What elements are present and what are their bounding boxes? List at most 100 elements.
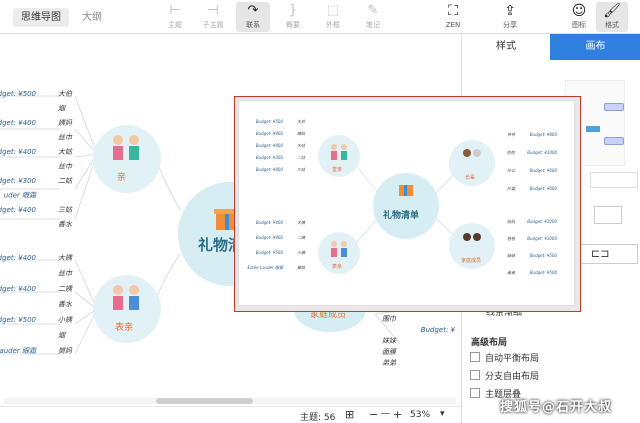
advanced-layout-heading: 高级布局 [471, 338, 508, 348]
zoom-out-button[interactable]: − [369, 408, 378, 421]
zoom-in-button[interactable]: + [393, 408, 402, 421]
map-icon[interactable]: ⊞ [345, 408, 354, 421]
line-style-select[interactable]: ⊏⊐ [580, 244, 638, 264]
icon-panel-button[interactable]: ☺ 图标 [563, 2, 595, 32]
leaf-budget: Budget: ¥500 [0, 90, 37, 98]
leaf-name: 烟 [58, 105, 66, 113]
topic-count: 主题: 56 [300, 413, 336, 423]
app-window: 思维导图 大纲 ⊢ 主题 ⊣ 子主题 ↷ 联系 } 概要 ⬚ 外框 ✎ 笔记 ⛶ ZEN ⇪ 分… [0, 0, 640, 423]
leaf-budget: Budget: ¥600 [530, 186, 558, 191]
leaf-budget: Budget: ¥500 [0, 316, 37, 324]
subtopic-icon: ⊣ [207, 3, 219, 18]
line-width-field[interactable] [594, 206, 622, 224]
free-layout-checkbox[interactable]: 分支自由布局 [470, 370, 539, 384]
note-button[interactable]: ✎ 笔记 [356, 2, 390, 32]
share-icon: ⇪ [504, 3, 516, 19]
tab-mindmap[interactable]: 思维导图 [13, 8, 69, 27]
leaf-budget: Budget: ¥1000 [527, 150, 557, 155]
leaf-budget: Estée Lauder 眼霜 [247, 265, 284, 270]
topic-icon: ⊢ [169, 3, 181, 18]
leaf-name: 二姨 [58, 285, 73, 293]
leaf-name: 三姑 [297, 167, 306, 172]
leaf-name: 香水 [58, 221, 73, 229]
auto-balance-checkbox[interactable]: 自动平衡布局 [470, 352, 539, 366]
tab-canvas[interactable]: 画布 [550, 34, 640, 60]
topic-button[interactable]: ⊢ 主题 [158, 2, 192, 32]
link-button[interactable]: ↷ 联系 [236, 2, 270, 32]
watermark: 搜狐号@石开大叔 [500, 400, 613, 415]
leaf-name: 舅妈 [58, 347, 73, 355]
leaf-name: 妈妈 [507, 219, 516, 224]
format-panel-button[interactable]: 🖌 格式 [596, 2, 628, 32]
share-button[interactable]: ⇪ 分享 [494, 2, 526, 32]
leaf-name: 二姑 [58, 177, 73, 185]
leaf-name: 妹妹 [382, 337, 397, 345]
checkbox-box [470, 352, 480, 362]
zen-button[interactable]: ⛶ ZEN [437, 2, 469, 32]
preview-canvas: 礼物清单 堂亲 表亲 长辈 家庭成员 Budget: ¥500 大伯 Budget:… [238, 100, 575, 306]
leaf-budget: Budget: ¥600 [530, 168, 558, 173]
checkbox-box [470, 370, 480, 380]
leaf-name: 小姨 [58, 316, 73, 324]
leaf-budget: Budget: ¥300 [256, 155, 284, 160]
leaf-budget: Budget: ¥400 [0, 285, 37, 293]
fullscreen-icon: ⛶ [448, 3, 458, 19]
leaf-name: 大伯 [58, 90, 73, 98]
preview-leaves-r2: Budget: ¥1000 妈妈 Budget: ¥1000 爸爸 Budget: ¥5… [507, 219, 557, 275]
tab-style[interactable]: 样式 [462, 34, 550, 60]
leaf-name: 外公 [507, 168, 516, 173]
subtopic-button[interactable]: ⊣ 子主题 [196, 2, 230, 32]
checkbox-box [470, 388, 480, 398]
leaf-budget: Budget: ¥400 [256, 143, 284, 148]
tab-outline[interactable]: 大纲 [74, 8, 110, 27]
smiley-icon: ☺ [571, 3, 587, 19]
summary-brace-icon: } [288, 3, 298, 18]
leaf-budget: Lauder 眼霜 [0, 347, 37, 355]
leaf-budget: Budget: ¥400 [0, 254, 37, 262]
leaf-budget: Budget: ¥400 [256, 167, 284, 172]
preview-svg: 礼物清单 堂亲 表亲 长辈 家庭成员 Budget: ¥500 大伯Budget:… [247, 119, 558, 275]
leaf-name: 爸爸 [507, 236, 516, 241]
leaf-budget: Budget: ¥400 [256, 131, 284, 136]
zoom-slider[interactable] [381, 413, 390, 414]
leaf-budget: Budget: ¥500 [530, 270, 558, 275]
leaf-name: 二姨 [297, 235, 306, 240]
color-field[interactable] [590, 172, 638, 188]
leaf-budget: Budget: ¥1000 [527, 219, 557, 224]
leaf-name: 外婆 [507, 186, 516, 191]
leaf-name: 大姑 [58, 148, 73, 156]
leaf-name: 大姨 [297, 220, 306, 225]
horizontal-scrollbar[interactable] [4, 398, 456, 404]
leaf-budget: Budget: ¥1000 [527, 236, 557, 241]
leaf-group-bottom: Budget: ¥400 大姨丝巾 Budget: ¥400 二姨香水 Budget: … [0, 254, 73, 355]
leaf-budget: Budget: ¥500 [256, 119, 284, 124]
svg-text:堂亲: 堂亲 [332, 166, 342, 173]
summary-button[interactable]: } 概要 [276, 2, 310, 32]
zoom-level: 53% [410, 410, 431, 420]
leaf-budget: Budget: ¥ [421, 326, 456, 334]
svg-text:家庭成员: 家庭成员 [461, 257, 481, 264]
leaf-name: 姨妈 [297, 131, 306, 136]
line-shape-icon: ⊏⊐ [591, 247, 610, 260]
leaf-name: 舅妈 [297, 265, 306, 270]
svg-text:长辈: 长辈 [465, 174, 475, 181]
note-icon: ✎ [367, 3, 379, 18]
leaf-name: 大姑 [297, 143, 306, 148]
branch-label-top: 亲 [117, 171, 126, 183]
leaf-budget: Budget: ¥400 [256, 235, 284, 240]
leaf-budget: Budget: ¥400 [0, 206, 37, 214]
chevron-down-icon[interactable]: ▾ [440, 409, 445, 419]
scrollbar-thumb[interactable] [156, 398, 253, 404]
leaf-budget: Budget: ¥800 [530, 132, 558, 137]
leaf-name: 丝巾 [58, 163, 73, 171]
boundary-button[interactable]: ⬚ 外框 [316, 2, 350, 32]
preview-thumbnail-window[interactable]: 礼物清单 堂亲 表亲 长辈 家庭成员 Budget: ¥500 大伯 Budget:… [234, 96, 581, 312]
link-curve-icon: ↷ [247, 3, 259, 18]
leaf-name: 面膜 [382, 348, 397, 356]
leaf-name: 烟 [58, 332, 66, 340]
leaf-name: 丝巾 [58, 270, 73, 278]
leaf-budget: Budget: ¥400 [256, 220, 284, 225]
preview-leaves-l2: Budget: ¥400 大姨 Budget: ¥400 二姨 Budget: ¥500… [247, 220, 306, 270]
leaf-budget: Budget: ¥300 [0, 177, 37, 185]
leaf-name: 大伯 [297, 119, 306, 124]
